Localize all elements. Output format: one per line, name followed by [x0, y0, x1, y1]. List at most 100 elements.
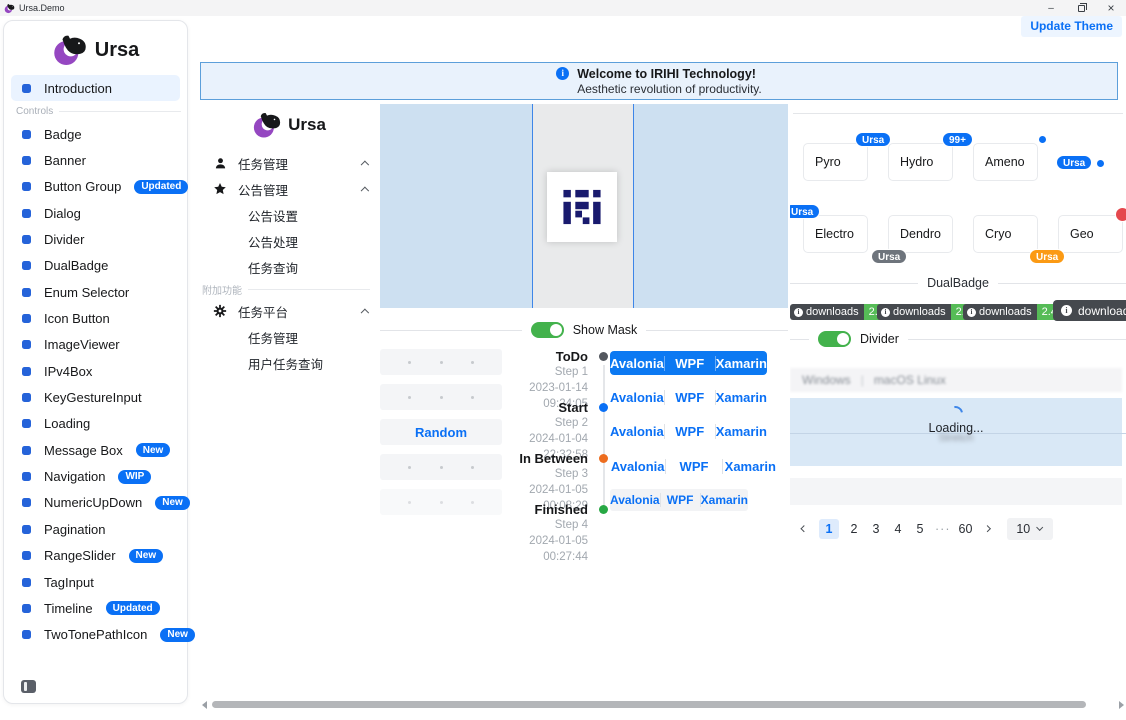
sidebar-item-imageviewer[interactable]: ImageViewer: [4, 332, 187, 358]
timeline-item-finished: Finished Step 4 2024-01-05 00:27:44: [500, 502, 608, 553]
status-badge: New: [160, 628, 195, 642]
banner-title: Welcome to IRIHI Technology!: [577, 66, 762, 82]
wpf-button[interactable]: WPF: [665, 459, 721, 474]
page-button-4[interactable]: 4: [891, 519, 905, 539]
avalonia-button[interactable]: Avalonia: [610, 493, 660, 507]
avalonia-button[interactable]: Avalonia: [610, 459, 665, 474]
loading-demo: Stretch Loading...: [790, 398, 1122, 466]
button-group-borderless: Avalonia WPF Xamarin: [610, 386, 767, 409]
sidebar-item-dualbadge[interactable]: DualBadge: [4, 253, 187, 279]
page-button-5[interactable]: 5: [913, 519, 927, 539]
divider-line: [908, 339, 1126, 340]
sidebar-item-timeline[interactable]: TimelineUpdated: [4, 595, 187, 621]
wpf-button[interactable]: WPF: [664, 424, 715, 439]
sidebar-item-pagination[interactable]: Pagination: [4, 516, 187, 542]
xamarin-button[interactable]: Xamarin: [715, 424, 767, 439]
badge-card-electro: Electro: [803, 215, 868, 253]
dualbadge-divider: DualBadge: [790, 276, 1126, 290]
timeline-item-in-between: In Between Step 3 2024-01-05 00:08:29: [500, 451, 608, 502]
button-group-compact: Avalonia WPF Xamarin: [610, 489, 748, 511]
random-button[interactable]: Random: [380, 419, 502, 445]
close-button[interactable]: ×: [1096, 0, 1126, 16]
page-button-60[interactable]: 60: [959, 519, 973, 539]
wpf-button[interactable]: WPF: [664, 390, 715, 405]
sidebar-item-enum-selector[interactable]: Enum Selector: [4, 279, 187, 305]
button-group-solid: Avalonia WPF Xamarin: [610, 351, 767, 375]
menu-item-announcement-processing[interactable]: 公告处理: [200, 228, 378, 254]
ipv4box-input[interactable]: [380, 384, 502, 410]
xamarin-button[interactable]: Xamarin: [722, 459, 778, 474]
sidebar-item-button-group[interactable]: Button GroupUpdated: [4, 174, 187, 200]
avalonia-button[interactable]: Avalonia: [610, 390, 664, 405]
horizontal-scrollbar: [200, 698, 1126, 712]
window-title: Ursa.Demo: [19, 3, 65, 13]
page-button-1[interactable]: 1: [819, 519, 839, 539]
bullet-icon: [22, 393, 31, 402]
maximize-button[interactable]: [1066, 0, 1096, 16]
placeholder-bar: [790, 478, 1122, 505]
minimize-button[interactable]: –: [1036, 0, 1066, 16]
bullet-icon: [22, 156, 31, 165]
section-divider-line: [248, 289, 370, 290]
badge-card-hydro: Hydro: [888, 143, 953, 181]
loading-text: Loading...: [790, 421, 1122, 435]
sidebar-item-banner[interactable]: Banner: [4, 147, 187, 173]
scroll-left-arrow[interactable]: [202, 701, 207, 709]
ursa-badge: Ursa: [790, 204, 820, 219]
page-button-2[interactable]: 2: [847, 519, 861, 539]
wpf-button[interactable]: WPF: [664, 356, 715, 371]
scrollbar-thumb[interactable]: [212, 701, 1086, 708]
sidebar-item-divider[interactable]: Divider: [4, 226, 187, 252]
sidebar-item-navigation[interactable]: NavigationWIP: [4, 463, 187, 489]
sidebar-item-keygestureinput[interactable]: KeyGestureInput: [4, 384, 187, 410]
image-viewer[interactable]: [380, 104, 788, 308]
ipv4box-input[interactable]: [380, 349, 502, 375]
bullet-icon: [22, 130, 31, 139]
avalonia-button[interactable]: Avalonia: [610, 356, 664, 371]
show-mask-toggle[interactable]: [531, 322, 564, 338]
sidebar-item-badge[interactable]: Badge: [4, 121, 187, 147]
sidebar-item-rangeslider[interactable]: RangeSliderNew: [4, 543, 187, 569]
menu-item-user-task-query[interactable]: 用户任务查询: [200, 350, 378, 376]
ipv4box-input[interactable]: [380, 454, 502, 480]
collapse-sidebar-icon[interactable]: [21, 680, 36, 693]
menu-group-task-platform[interactable]: 任务平台: [200, 298, 378, 324]
bullet-icon: [22, 446, 31, 455]
previous-page-button[interactable]: [797, 519, 811, 539]
irihi-glyph: [556, 181, 608, 233]
divider-toggle[interactable]: [818, 331, 851, 347]
app-logo-icon: [4, 3, 15, 14]
sidebar-item-message-box[interactable]: Message BoxNew: [4, 437, 187, 463]
xamarin-button[interactable]: Xamarin: [715, 356, 767, 371]
menu-section-extras: 附加功能: [200, 280, 378, 298]
show-mask-divider: Show Mask: [380, 322, 788, 338]
sidebar-item-numericupdown[interactable]: NumericUpDownNew: [4, 490, 187, 516]
ursa-badge-grey: Ursa: [871, 249, 907, 264]
dot-badge: [1039, 136, 1046, 143]
xamarin-button[interactable]: Xamarin: [715, 390, 767, 405]
bullet-icon: [22, 340, 31, 349]
bullet-icon: [22, 367, 31, 376]
sidebar-item-icon-button[interactable]: Icon Button: [4, 305, 187, 331]
timeline-dot: [599, 403, 608, 412]
sidebar-item-introduction[interactable]: Introduction: [11, 75, 180, 101]
next-page-button[interactable]: [981, 519, 995, 539]
menu-item-task-management[interactable]: 任务管理: [200, 324, 378, 350]
menu-group-announcement[interactable]: 公告管理: [200, 176, 378, 202]
sidebar-item-ipv4box[interactable]: IPv4Box: [4, 358, 187, 384]
page-button-3[interactable]: 3: [869, 519, 883, 539]
tab-windows: Windows: [802, 373, 851, 387]
menu-item-task-query[interactable]: 任务查询: [200, 254, 378, 280]
wpf-button[interactable]: WPF: [660, 493, 700, 507]
sidebar-item-loading[interactable]: Loading: [4, 411, 187, 437]
sidebar-item-twotonepathicon[interactable]: TwoTonePathIconNew: [4, 622, 187, 648]
update-theme-button[interactable]: Update Theme: [1021, 16, 1122, 37]
xamarin-button[interactable]: Xamarin: [700, 493, 748, 507]
sidebar-item-taginput[interactable]: TagInput: [4, 569, 187, 595]
page-size-select[interactable]: 10: [1007, 518, 1053, 540]
menu-item-announcement-settings[interactable]: 公告设置: [200, 202, 378, 228]
scroll-right-arrow[interactable]: [1119, 701, 1124, 709]
menu-group-task-management[interactable]: 任务管理: [200, 150, 378, 176]
avalonia-button[interactable]: Avalonia: [610, 424, 664, 439]
sidebar-item-dialog[interactable]: Dialog: [4, 200, 187, 226]
